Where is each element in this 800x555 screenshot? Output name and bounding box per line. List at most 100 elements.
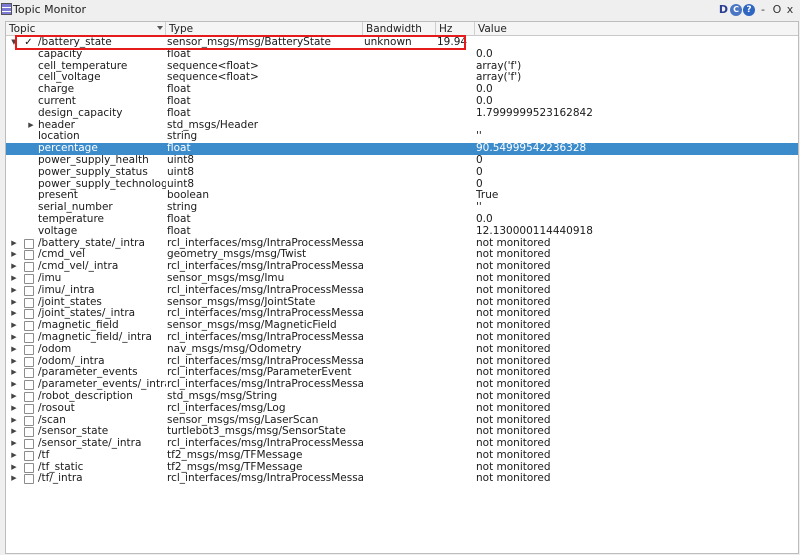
topic-row[interactable]: ▶ /robot_description std_msgs/msg/String no… bbox=[6, 391, 798, 403]
topic-row[interactable]: ▶ /odom nav_msgs/msg/Odometry not monitored bbox=[6, 344, 798, 356]
chevron-right-icon[interactable]: ▶ bbox=[9, 332, 19, 344]
chevron-right-icon[interactable]: ▶ bbox=[9, 356, 19, 368]
topic-row[interactable]: ▶ /sensor_state/_intra rcl_interfaces/msg/… bbox=[6, 438, 798, 450]
chevron-right-icon[interactable]: ▶ bbox=[9, 238, 19, 250]
config-button[interactable]: C bbox=[730, 3, 742, 16]
topic-bandwidth bbox=[364, 249, 436, 261]
chevron-right-icon[interactable]: ▶ bbox=[9, 273, 19, 285]
field-row[interactable]: temperature float 0.0 bbox=[6, 214, 798, 226]
topic-row[interactable]: ▶ /odom/_intra rcl_interfaces/msg/IntraPro… bbox=[6, 356, 798, 368]
chevron-right-icon[interactable]: ▶ bbox=[9, 403, 19, 415]
chevron-right-icon[interactable]: ▶ bbox=[9, 249, 19, 261]
field-row[interactable]: capacity float 0.0 bbox=[6, 49, 798, 61]
monitor-checkbox[interactable] bbox=[24, 297, 34, 308]
topic-row[interactable]: ▶ /rosout rcl_interfaces/msg/Log not monito… bbox=[6, 403, 798, 415]
chevron-right-icon[interactable]: ▶ bbox=[9, 367, 19, 379]
topic-tree[interactable]: Topic Type Bandwidth Hz Value ▼ ✓ /batte… bbox=[5, 21, 799, 554]
field-row[interactable]: present boolean True bbox=[6, 190, 798, 202]
monitor-checkbox[interactable] bbox=[24, 450, 34, 461]
monitor-checkbox[interactable] bbox=[24, 332, 34, 343]
monitor-checkbox[interactable] bbox=[24, 403, 34, 414]
field-row[interactable]: cell_temperature sequence<float> array('f'… bbox=[6, 61, 798, 73]
monitor-checkbox[interactable] bbox=[24, 462, 34, 473]
topic-hz bbox=[437, 273, 475, 285]
topic-row[interactable]: ▶ /cmd_vel geometry_msgs/msg/Twist not moni… bbox=[6, 249, 798, 261]
minimize-button[interactable]: - bbox=[756, 2, 770, 17]
topic-row[interactable]: ▶ /joint_states sensor_msgs/msg/JointState… bbox=[6, 297, 798, 309]
monitor-checkbox[interactable] bbox=[24, 309, 34, 320]
monitor-checkbox[interactable] bbox=[24, 439, 34, 450]
topic-row[interactable]: ▶ /scan sensor_msgs/msg/LaserScan not monit… bbox=[6, 415, 798, 427]
monitor-checkbox[interactable] bbox=[24, 321, 34, 332]
topic-row[interactable]: ▶ /magnetic_field sensor_msgs/msg/Magnetic… bbox=[6, 320, 798, 332]
monitor-checkbox[interactable] bbox=[24, 427, 34, 438]
monitor-checkbox[interactable] bbox=[24, 380, 34, 391]
field-row[interactable]: power_supply_technology uint8 0 bbox=[6, 179, 798, 191]
header-type[interactable]: Type bbox=[166, 22, 363, 36]
monitor-checkbox[interactable] bbox=[24, 250, 34, 261]
chevron-right-icon[interactable]: ▶ bbox=[9, 285, 19, 297]
topic-row[interactable]: ▶ /cmd_vel/_intra rcl_interfaces/msg/Intra… bbox=[6, 261, 798, 273]
header-topic[interactable]: Topic bbox=[6, 22, 166, 36]
chevron-right-icon[interactable]: ▶ bbox=[9, 344, 19, 356]
header-value[interactable]: Value bbox=[475, 22, 798, 36]
field-row[interactable]: ▶ header std_msgs/Header bbox=[6, 120, 798, 132]
chevron-right-icon[interactable]: ▶ bbox=[9, 415, 19, 427]
topic-row[interactable]: ▶ /parameter_events/_intra rcl_interfaces/… bbox=[6, 379, 798, 391]
monitor-checkbox[interactable] bbox=[24, 368, 34, 379]
topic-row[interactable]: ▶ /tf_static tf2_msgs/msg/TFMessage not mon… bbox=[6, 462, 798, 474]
help-icon[interactable]: ? bbox=[743, 3, 755, 16]
monitor-checkbox[interactable] bbox=[24, 391, 34, 402]
chevron-right-icon[interactable]: ▶ bbox=[9, 473, 19, 485]
check-icon[interactable]: ✓ bbox=[23, 37, 34, 49]
field-row[interactable]: cell_voltage sequence<float> array('f') bbox=[6, 72, 798, 84]
field-row[interactable]: percentage float 90.54999542236328 bbox=[6, 143, 798, 155]
header-hz[interactable]: Hz bbox=[436, 22, 475, 36]
dock-button[interactable]: D bbox=[718, 2, 729, 17]
monitor-checkbox[interactable] bbox=[24, 273, 34, 284]
chevron-right-icon[interactable]: ▶ bbox=[9, 450, 19, 462]
field-row[interactable]: design_capacity float 1.7999999523162842 bbox=[6, 108, 798, 120]
monitor-checkbox[interactable] bbox=[24, 415, 34, 426]
topic-row[interactable]: ▶ /battery_state/_intra rcl_interfaces/msg… bbox=[6, 238, 798, 250]
field-row[interactable]: current float 0.0 bbox=[6, 96, 798, 108]
topic-row[interactable]: ▶ /imu/_intra rcl_interfaces/msg/IntraProc… bbox=[6, 285, 798, 297]
monitor-checkbox[interactable] bbox=[24, 356, 34, 367]
topic-type: rcl_interfaces/msg/IntraProcessMessage bbox=[167, 331, 363, 343]
topic-row[interactable]: ▶ /parameter_events rcl_interfaces/msg/Par… bbox=[6, 367, 798, 379]
field-row[interactable]: charge float 0.0 bbox=[6, 84, 798, 96]
topic-row[interactable]: ▶ /imu sensor_msgs/msg/Imu not monitored bbox=[6, 273, 798, 285]
chevron-right-icon[interactable]: ▶ bbox=[9, 379, 19, 391]
chevron-right-icon[interactable]: ▶ bbox=[9, 426, 19, 438]
field-row[interactable]: voltage float 12.130000114440918 bbox=[6, 226, 798, 238]
topic-row[interactable]: ▶ /sensor_state turtlebot3_msgs/msg/Sensor… bbox=[6, 426, 798, 438]
monitor-checkbox[interactable] bbox=[24, 262, 34, 273]
topic-row[interactable]: ▶ /tf tf2_msgs/msg/TFMessage not monitored bbox=[6, 450, 798, 462]
chevron-right-icon[interactable]: ▶ bbox=[9, 297, 19, 309]
topic-row[interactable]: ▶ /tf/_intra rcl_interfaces/msg/IntraProce… bbox=[6, 473, 798, 485]
float-button[interactable]: O bbox=[771, 2, 783, 17]
header-bandwidth[interactable]: Bandwidth bbox=[363, 22, 436, 36]
chevron-right-icon[interactable]: ▶ bbox=[9, 391, 19, 403]
chevron-right-icon[interactable]: ▶ bbox=[9, 261, 19, 273]
chevron-right-icon[interactable]: ▶ bbox=[9, 462, 19, 474]
field-row[interactable]: power_supply_health uint8 0 bbox=[6, 155, 798, 167]
monitor-checkbox[interactable] bbox=[24, 285, 34, 296]
topic-row[interactable]: ▶ /magnetic_field/_intra rcl_interfaces/ms… bbox=[6, 332, 798, 344]
monitor-checkbox[interactable] bbox=[24, 238, 34, 249]
monitor-checkbox[interactable] bbox=[24, 474, 34, 485]
field-row[interactable]: power_supply_status uint8 0 bbox=[6, 167, 798, 179]
chevron-right-icon[interactable]: ▶ bbox=[9, 320, 19, 332]
chevron-right-icon[interactable]: ▶ bbox=[9, 308, 19, 320]
chevron-right-icon[interactable]: ▶ bbox=[26, 120, 36, 132]
chevron-right-icon[interactable]: ▶ bbox=[9, 438, 19, 450]
close-button[interactable]: x bbox=[784, 2, 796, 17]
chevron-down-icon[interactable]: ▼ bbox=[9, 37, 19, 49]
topic-row-battery-state[interactable]: ▼ ✓ /battery_state sensor_msgs/msg/Batte… bbox=[6, 37, 798, 49]
field-row[interactable]: serial_number string '' bbox=[6, 202, 798, 214]
monitor-checkbox[interactable] bbox=[24, 344, 34, 355]
field-value: 0.0 bbox=[476, 48, 493, 60]
topic-row[interactable]: ▶ /joint_states/_intra rcl_interfaces/msg/… bbox=[6, 308, 798, 320]
topic-bandwidth bbox=[364, 367, 436, 379]
field-row[interactable]: location string '' bbox=[6, 131, 798, 143]
